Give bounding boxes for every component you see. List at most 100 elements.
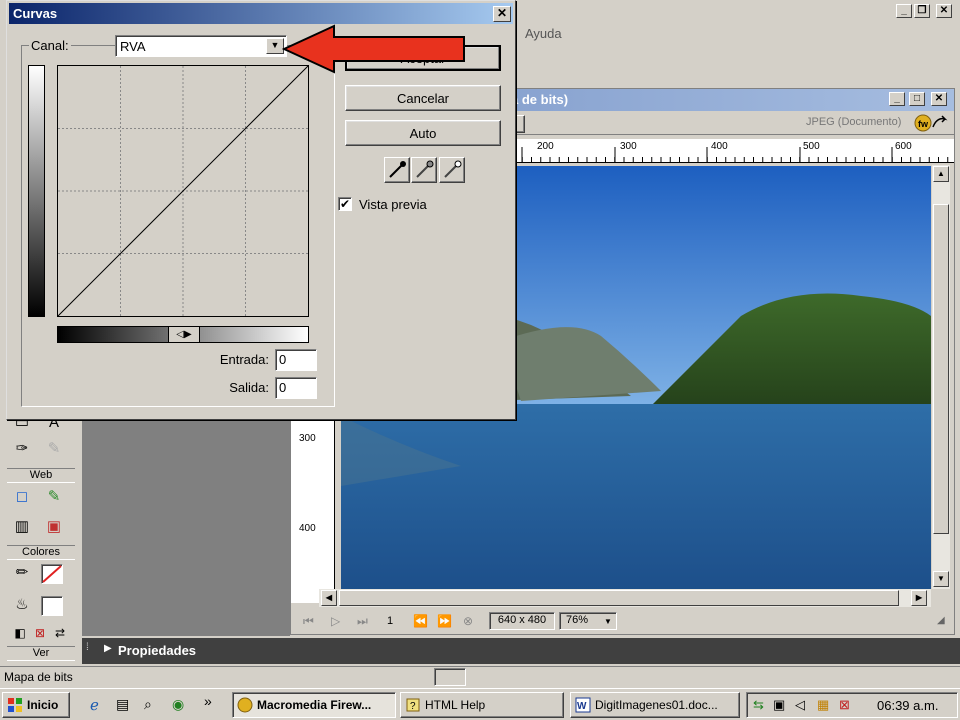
scroll-up-button[interactable]: ▲ — [933, 166, 949, 182]
auto-button[interactable]: Auto — [345, 120, 501, 146]
input-gradient-bar[interactable]: ◁▶ — [57, 326, 309, 343]
web-section-label: Web — [7, 468, 75, 483]
ie-icon[interactable]: ℯ — [90, 696, 99, 714]
properties-label: Propiedades — [118, 643, 197, 658]
gradient-slider-arrows[interactable]: ◁▶ — [168, 327, 200, 342]
curves-graph[interactable] — [57, 65, 309, 317]
network-icon[interactable]: ⇆ — [753, 697, 764, 713]
dialog-titlebar[interactable]: Curvas ✕ — [9, 3, 513, 24]
annotation-arrow — [281, 24, 468, 74]
dialog-close-button[interactable]: ✕ — [493, 6, 511, 22]
zoom-value: 76% — [566, 614, 589, 626]
expand-triangle-icon[interactable]: ▶ — [104, 643, 112, 654]
monitor-icon[interactable]: ▣ — [773, 697, 785, 713]
hruler-tick: 400 — [711, 141, 728, 152]
vertical-scrollbar[interactable]: ▲ ▼ — [932, 165, 950, 589]
input-label: Entrada: — [219, 352, 269, 367]
input-field[interactable]: 0 — [275, 349, 317, 371]
first-frame-icon[interactable]: ⏮ — [303, 614, 314, 629]
gray-eyedropper-icon[interactable] — [411, 157, 437, 183]
last-frame-icon[interactable]: ⏭ — [357, 614, 368, 629]
black-eyedropper-icon[interactable] — [384, 157, 410, 183]
preview-checkbox[interactable]: ✔ — [338, 197, 352, 211]
status-pane — [434, 668, 466, 686]
stroke-color-icon[interactable]: ✏ — [11, 562, 33, 584]
default-colors-icon[interactable]: ◧ — [9, 622, 31, 644]
quicklaunch-chevron[interactable]: » — [204, 693, 212, 709]
doc-maximize-button[interactable]: □ — [909, 92, 925, 106]
scroll-left-button[interactable]: ◀ — [321, 590, 337, 606]
hruler-tick: 500 — [803, 141, 820, 152]
hruler-tick: 300 — [620, 141, 637, 152]
horizontal-scrollbar[interactable]: ◀ ▶ — [319, 589, 931, 607]
system-tray: ⇆ ▣ ◁ ▦ ⊠ 06:39 a.m. — [746, 692, 958, 718]
start-label: Inicio — [27, 698, 59, 712]
scroll-right-button[interactable]: ▶ — [911, 590, 927, 606]
svg-text:W: W — [577, 701, 587, 712]
view-section-label: Ver — [7, 646, 75, 661]
white-eyedropper-icon[interactable] — [439, 157, 465, 183]
next-frame-icon[interactable]: ⏩ — [437, 614, 452, 628]
media-icon[interactable]: ◉ — [172, 696, 184, 713]
taskbar-item-word[interactable]: W DigitImagenes01.doc... — [570, 692, 740, 718]
app-minimize-button[interactable]: _ — [896, 4, 912, 18]
taskbar-item-fireworks[interactable]: Macromedia Firew... — [232, 692, 396, 718]
knife-tool-icon[interactable]: ✎ — [43, 438, 65, 460]
taskbar-item-htmlhelp[interactable]: ? HTML Help — [400, 692, 564, 718]
stop-icon[interactable]: ⊗ — [463, 614, 473, 628]
prev-frame-icon[interactable]: ⏪ — [413, 614, 428, 628]
zoom-select[interactable]: 76% ▼ — [559, 612, 617, 630]
start-button[interactable]: Inicio — [2, 692, 70, 718]
word-icon: W — [575, 697, 591, 713]
pen-tool-icon[interactable]: ✑ — [11, 438, 33, 460]
show-slices-icon[interactable]: ▣ — [43, 516, 65, 538]
svg-text:?: ? — [410, 701, 416, 712]
play-icon[interactable]: ▷ — [331, 614, 340, 628]
svg-text:fw: fw — [918, 119, 929, 129]
resize-grip-icon[interactable]: ◢ — [937, 615, 945, 626]
slice-tool-icon[interactable]: ✎ — [43, 486, 65, 508]
hotspot-tool-icon[interactable]: ◻ — [11, 486, 33, 508]
app-restore-button[interactable]: ❐ — [914, 4, 930, 18]
grip-icon: ⁞ — [86, 642, 89, 653]
taskbar: Inicio ℯ ▤ ⌕ ◉ » Macromedia Firew... ? H… — [0, 688, 960, 720]
fill-bucket-icon[interactable]: ♨ — [11, 594, 33, 616]
help-icon: ? — [405, 697, 421, 713]
tray-app-icon[interactable]: ▦ — [817, 697, 829, 713]
stroke-color-swatch[interactable] — [41, 564, 63, 584]
hruler-tick: 200 — [537, 141, 554, 152]
no-color-icon[interactable]: ⊠ — [29, 622, 51, 644]
output-gradient-bar — [28, 65, 45, 317]
desktop-icon[interactable]: ▤ — [116, 696, 129, 713]
channel-select[interactable]: RVA ▼ — [115, 35, 287, 57]
output-field[interactable]: 0 — [275, 377, 317, 399]
app-close-button[interactable]: ✕ — [936, 4, 952, 18]
doc-minimize-button[interactable]: _ — [889, 92, 905, 106]
swap-colors-icon[interactable]: ⇄ — [49, 622, 71, 644]
status-bar: Mapa de bits — [0, 666, 960, 686]
scroll-thumb[interactable] — [933, 204, 949, 534]
preview-label: Vista previa — [359, 197, 427, 212]
clock: 06:39 a.m. — [877, 698, 939, 713]
hscroll-thumb[interactable] — [339, 590, 899, 606]
cancel-button[interactable]: Cancelar — [345, 85, 501, 111]
taskbar-item-label: Macromedia Firew... — [257, 698, 372, 712]
colors-section-label: Colores — [7, 545, 75, 560]
output-label: Salida: — [229, 380, 269, 395]
vruler-tick: 300 — [299, 433, 316, 444]
hruler-tick: 600 — [895, 141, 912, 152]
properties-bar[interactable]: ⁞ ▶ Propiedades — [82, 638, 960, 664]
fill-color-swatch[interactable] — [41, 596, 63, 616]
volume-icon[interactable]: ◁ — [795, 697, 805, 713]
hide-slices-icon[interactable]: ▥ — [11, 516, 33, 538]
export-icon[interactable]: fw — [913, 113, 949, 133]
document-statusbar: ⏮ ▷ ⏭ 1 ⏪ ⏩ ⊗ 640 x 480 76% ▼ ◢ — [291, 609, 954, 634]
windows-logo-icon — [7, 697, 23, 713]
disconnected-network-icon[interactable]: ⊠ — [839, 697, 850, 713]
doc-close-button[interactable]: ✕ — [931, 92, 947, 106]
search-icon[interactable]: ⌕ — [144, 696, 152, 713]
scroll-down-button[interactable]: ▼ — [933, 571, 949, 587]
status-text: Mapa de bits — [4, 670, 73, 684]
channel-value: RVA — [120, 39, 146, 54]
menu-ayuda[interactable]: Ayuda — [525, 26, 562, 41]
